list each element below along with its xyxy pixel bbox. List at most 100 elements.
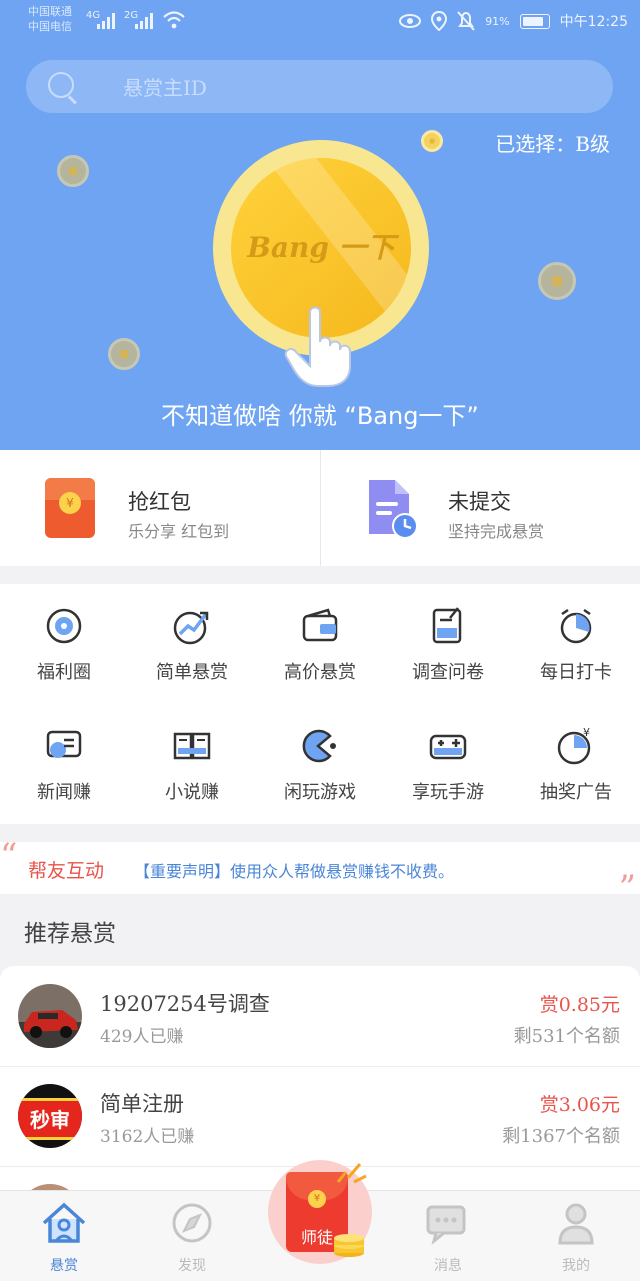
coin-decoration-icon <box>57 155 89 187</box>
unsubmitted-title: 未提交 <box>448 490 511 514</box>
tab-label: 消息 <box>434 1258 462 1274</box>
red-packet-coin: ¥ <box>59 492 81 514</box>
category-grid: 福利圈 简单悬赏 高价悬赏 调查问卷 每日打卡 新闻赚 小说赚 闲玩游戏 享玩手… <box>0 584 640 824</box>
task-row[interactable]: 秒审 简单注册 3162人已赚 赏3.06元 剩1367个名额 <box>0 1066 640 1167</box>
grid-label: 新闻赚 <box>37 782 91 803</box>
tab-master-apprentice[interactable]: ¥ 师徒 <box>268 1160 372 1264</box>
task-name: 简单注册 <box>100 1092 184 1116</box>
notice-message: 【重要声明】使用众人帮做悬赏赚钱不收费。 <box>134 862 455 881</box>
grab-red-packet-sub: 乐分享 红包到 <box>128 522 230 541</box>
hand-pointer-icon <box>284 306 351 387</box>
hero-banner: 中国联通 中国电信 4G 2G 91% 中午12:25 已选择：B级 <box>0 0 640 450</box>
grid-item-novel-earn[interactable]: 小说赚 <box>128 704 256 824</box>
signal-2-icon <box>135 13 153 29</box>
quote-open-icon: “ <box>0 836 18 876</box>
grid-label: 调查问卷 <box>412 662 484 683</box>
clock: 中午12:25 <box>559 14 628 30</box>
eye-icon <box>399 14 422 28</box>
grid-label: 福利圈 <box>37 662 91 683</box>
tab-label: 发现 <box>178 1258 206 1274</box>
grid-item-welfare[interactable]: 福利圈 <box>0 584 128 704</box>
search-input[interactable] <box>121 72 585 104</box>
notice-tag: 帮友互动 <box>28 860 105 882</box>
task-reward: 赏3.06元 <box>539 1094 620 1116</box>
task-earned: 429人已赚 <box>100 1027 184 1047</box>
carrier-info: 中国联通 中国电信 <box>28 4 72 34</box>
coin-decoration-icon <box>108 338 140 370</box>
coin-stack-icon <box>334 1234 364 1257</box>
growth-icon <box>173 611 209 645</box>
message-icon <box>426 1205 466 1245</box>
grid-label: 每日打卡 <box>540 662 612 683</box>
document-clock-icon <box>369 480 418 539</box>
gamepad-icon <box>429 734 467 760</box>
book-icon <box>173 732 211 760</box>
unsubmitted-button[interactable]: 未提交 坚持完成悬赏 <box>320 450 640 566</box>
grid-label: 抽奖广告 <box>540 782 612 803</box>
grid-item-simple-reward[interactable]: 简单悬赏 <box>128 584 256 704</box>
mute-icon <box>457 11 475 31</box>
tab-messages[interactable]: 消息 <box>384 1191 512 1281</box>
grab-red-packet-button[interactable]: ¥ 抢红包 乐分享 红包到 <box>0 450 320 566</box>
pacman-icon <box>302 729 336 763</box>
alarm-icon <box>560 608 592 644</box>
coin-decoration-icon <box>538 262 576 300</box>
grid-item-daily-checkin[interactable]: 每日打卡 <box>512 584 640 704</box>
red-packet-icon: ¥ <box>45 478 95 538</box>
svg-text:¥: ¥ <box>583 726 590 739</box>
search-bar[interactable] <box>26 60 613 113</box>
task-earned: 3162人已赚 <box>100 1127 195 1147</box>
chat-icon <box>46 730 82 758</box>
status-right: 91% 中午12:25 <box>399 11 628 31</box>
tab-label: 悬赏 <box>50 1258 78 1274</box>
signal-1-icon <box>97 13 115 29</box>
car-avatar <box>18 984 82 1048</box>
grid-item-mobile-games[interactable]: 享玩手游 <box>384 704 512 824</box>
grid-label: 高价悬赏 <box>284 662 356 683</box>
quick-entries: ¥ 抢红包 乐分享 红包到 未提交 坚持完成悬赏 <box>0 450 640 566</box>
quote-close-icon: ” <box>618 868 636 908</box>
grid-label: 闲玩游戏 <box>284 782 356 803</box>
coin-label: Bang 一下 <box>247 231 395 264</box>
clipboard-icon <box>432 607 462 644</box>
grid-label: 享玩手游 <box>412 782 484 803</box>
task-name: 19207254号调查 <box>100 992 270 1016</box>
grid-item-survey[interactable]: 调查问卷 <box>384 584 512 704</box>
search-icon <box>48 72 74 98</box>
status-bar: 中国联通 中国电信 4G 2G 91% 中午12:25 <box>0 0 640 44</box>
grid-label: 小说赚 <box>165 782 219 803</box>
grid-label: 简单悬赏 <box>156 662 228 683</box>
home-icon <box>42 1202 86 1243</box>
task-reward: 赏0.85元 <box>539 994 620 1016</box>
tab-discover[interactable]: 发现 <box>128 1191 256 1281</box>
notice-bar[interactable]: “ 帮友互动 【重要声明】使用众人帮做悬赏赚钱不收费。 ” <box>0 836 640 908</box>
grid-item-news-earn[interactable]: 新闻赚 <box>0 704 128 824</box>
wifi-icon <box>163 11 185 29</box>
section-title: 推荐悬赏 <box>24 921 116 947</box>
tab-reward[interactable]: 悬赏 <box>0 1191 128 1281</box>
coin-decoration-icon <box>421 130 443 152</box>
burst-icon <box>336 1163 367 1184</box>
wallet-icon <box>302 608 338 642</box>
carrier-2: 中国电信 <box>28 20 72 33</box>
unsubmitted-sub: 坚持完成悬赏 <box>448 522 545 541</box>
target-icon <box>46 608 82 644</box>
task-row[interactable]: 19207254号调查 429人已赚 赏0.85元 剩531个名额 <box>0 966 640 1067</box>
grid-item-casual-games[interactable]: 闲玩游戏 <box>256 704 384 824</box>
carrier-1: 中国联通 <box>28 5 72 18</box>
logo-avatar-text: 秒审 <box>30 1108 70 1132</box>
slogan: 不知道做啥 你就 “Bang一下” <box>161 402 479 430</box>
user-icon <box>558 1203 594 1245</box>
compass-icon <box>172 1203 212 1243</box>
tab-profile[interactable]: 我的 <box>512 1191 640 1281</box>
tab-label: 我的 <box>562 1258 590 1274</box>
task-quota: 剩1367个名额 <box>502 1126 620 1147</box>
envelope-coin: ¥ <box>308 1190 326 1208</box>
logo-avatar: 秒审 <box>18 1084 82 1148</box>
task-quota: 剩531个名额 <box>513 1026 620 1047</box>
battery-percent: 91% <box>485 14 510 28</box>
location-icon <box>431 11 448 31</box>
grid-item-high-reward[interactable]: 高价悬赏 <box>256 584 384 704</box>
grid-item-lottery-ads[interactable]: ¥ 抽奖广告 <box>512 704 640 824</box>
selected-level[interactable]: 已选择：B级 <box>495 128 610 157</box>
